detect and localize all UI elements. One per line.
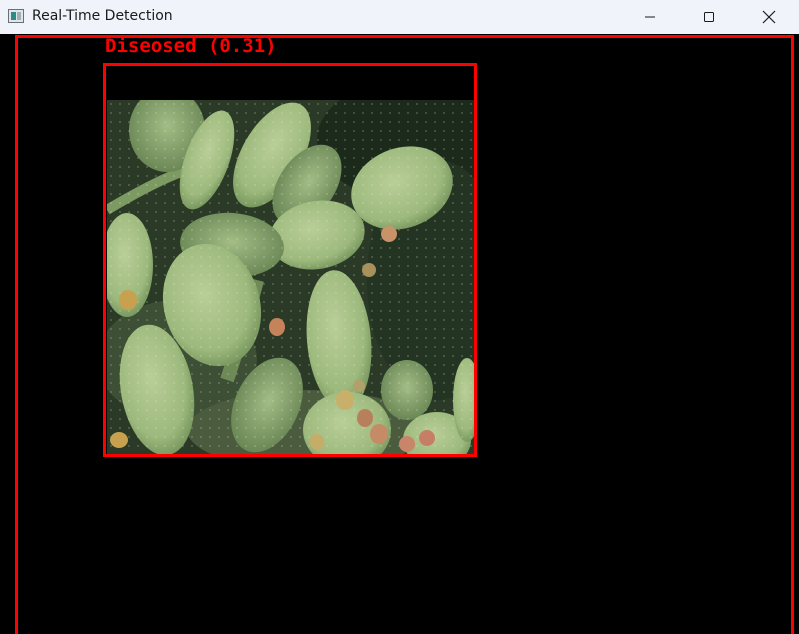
maximize-icon — [704, 12, 714, 22]
app-icon — [8, 9, 24, 23]
window-title: Real-Time Detection — [32, 8, 173, 24]
close-icon — [762, 10, 776, 24]
detection-label: Diseosed (0.31) — [105, 35, 277, 57]
video-frame: Diseosed (0.31) — [0, 34, 799, 634]
minimize-icon — [645, 16, 655, 18]
title-bar[interactable]: Real-Time Detection — [0, 0, 799, 34]
maximize-button[interactable] — [680, 0, 738, 34]
minimize-button[interactable] — [621, 0, 679, 34]
close-button[interactable] — [739, 0, 799, 34]
cactus-image — [107, 100, 474, 454]
